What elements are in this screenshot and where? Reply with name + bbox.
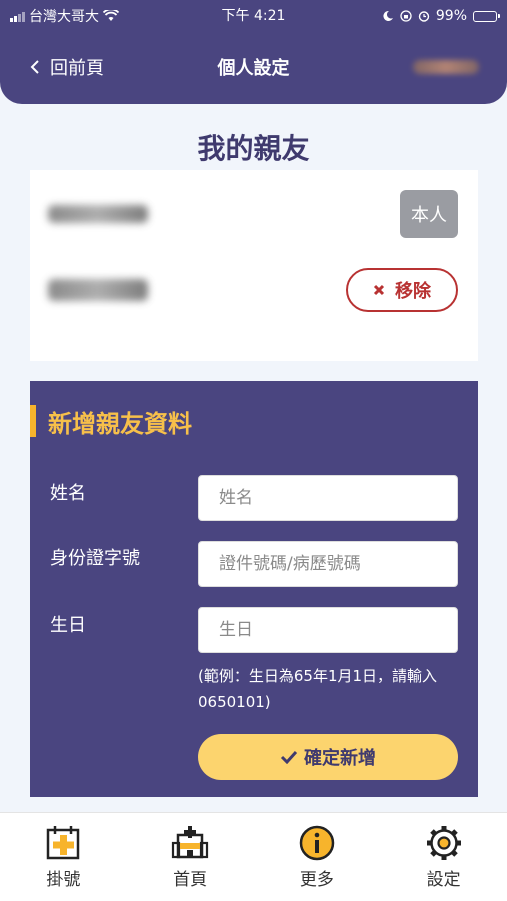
- chevron-left-icon: [30, 60, 39, 74]
- bottom-tab-bar: 掛號 首頁 更多 設定: [0, 812, 507, 901]
- friend-row-self: 本人: [30, 184, 478, 244]
- tab-label: 掛號: [46, 870, 81, 890]
- status-bar: 台灣大哥大 下午 4:21 99%: [10, 6, 500, 26]
- tab-more[interactable]: 更多: [254, 813, 381, 901]
- id-label: 身份證字號: [50, 548, 140, 569]
- friends-list: 本人 移除: [30, 170, 478, 361]
- birthday-label: 生日: [50, 615, 86, 636]
- info-icon: [299, 825, 335, 861]
- birthday-input[interactable]: [198, 607, 458, 653]
- form-heading-text: 新增親友資料: [48, 409, 192, 438]
- back-label: 回前頁: [50, 58, 104, 79]
- remove-friend-button[interactable]: 移除: [346, 268, 458, 312]
- gear-icon: [426, 826, 461, 860]
- id-number-input[interactable]: [198, 541, 458, 587]
- battery-icon: [473, 10, 500, 22]
- page-title: 我的親友: [197, 132, 310, 165]
- friend-row: 移除: [30, 260, 478, 320]
- friend-name-blurred: [48, 279, 148, 301]
- name-label: 姓名: [50, 483, 86, 504]
- app-header: 台灣大哥大 下午 4:21 99% 回前頁 個人設定: [0, 0, 507, 104]
- self-badge: 本人: [400, 190, 458, 238]
- remove-label: 移除: [395, 281, 431, 302]
- tab-label: 更多: [299, 870, 334, 890]
- confirm-add-button[interactable]: 確定新增: [198, 734, 458, 780]
- calendar-plus-icon: [47, 826, 80, 860]
- back-button[interactable]: 回前頁: [30, 54, 104, 80]
- form-heading: 新增親友資料: [30, 405, 192, 438]
- tab-registration[interactable]: 掛號: [0, 813, 127, 901]
- close-icon: [373, 284, 385, 296]
- tab-label: 設定: [426, 870, 461, 890]
- tab-settings[interactable]: 設定: [380, 813, 507, 901]
- tab-label: 首頁: [173, 870, 208, 890]
- user-avatar-blurred: [413, 60, 479, 74]
- add-friend-form: 新增親友資料 姓名 身份證字號 生日 (範例：生日為65年1月1日，請輸入065…: [30, 381, 478, 797]
- confirm-add-label: 確定新增: [304, 748, 376, 769]
- hospital-icon: [172, 826, 209, 859]
- name-input[interactable]: [198, 475, 458, 521]
- birthday-hint: (範例：生日為65年1月1日，請輸入0650101): [198, 667, 438, 711]
- friend-name-blurred: [48, 205, 148, 223]
- status-time: 下午 4:21: [221, 8, 286, 24]
- check-icon: [280, 750, 298, 764]
- heading-accent-bar: [30, 405, 36, 437]
- tab-home[interactable]: 首頁: [127, 813, 254, 901]
